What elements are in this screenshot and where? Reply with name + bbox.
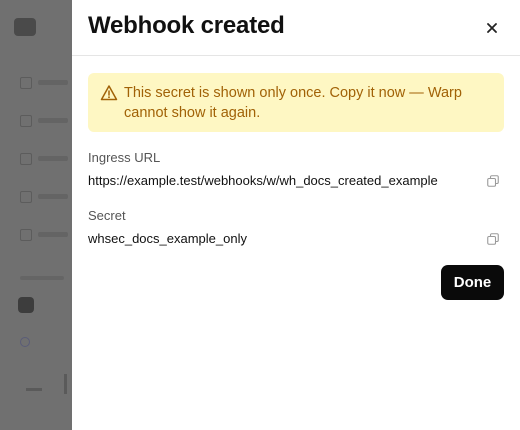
- ingress-url-value: https://example.test/webhooks/w/wh_docs_…: [88, 173, 438, 188]
- copy-secret-button[interactable]: [486, 233, 500, 247]
- warning-message: This secret is shown only once. Copy it …: [124, 85, 462, 121]
- background-nav-item: [20, 191, 68, 203]
- done-button[interactable]: Done: [441, 265, 504, 300]
- close-button[interactable]: [482, 18, 502, 38]
- background-nav-item: [20, 115, 68, 127]
- background-nav-item: [20, 77, 68, 89]
- secret-value: whsec_docs_example_only: [88, 231, 247, 246]
- background-nav-item: [20, 153, 68, 165]
- secret-label: Secret: [88, 208, 126, 223]
- dialog-title: Webhook created: [88, 12, 285, 39]
- dialog-header: Webhook created: [72, 0, 520, 56]
- copy-ingress-url-button[interactable]: [486, 175, 500, 189]
- warning-triangle-icon: [100, 85, 118, 101]
- ingress-url-label: Ingress URL: [88, 150, 161, 165]
- close-icon: [487, 23, 497, 33]
- background-nav-item: [20, 229, 68, 241]
- copy-icon: [487, 175, 499, 187]
- app-logo: [14, 18, 36, 36]
- secret-warning-alert: This secret is shown only once. Copy it …: [88, 73, 504, 132]
- background-footer: [20, 374, 67, 402]
- background-status-dot: [20, 337, 30, 347]
- background-workspace-icon: [18, 297, 34, 313]
- copy-icon: [487, 233, 499, 245]
- webhook-created-dialog: Webhook created This secret is shown onl…: [72, 0, 520, 430]
- background-section-label: [20, 276, 64, 280]
